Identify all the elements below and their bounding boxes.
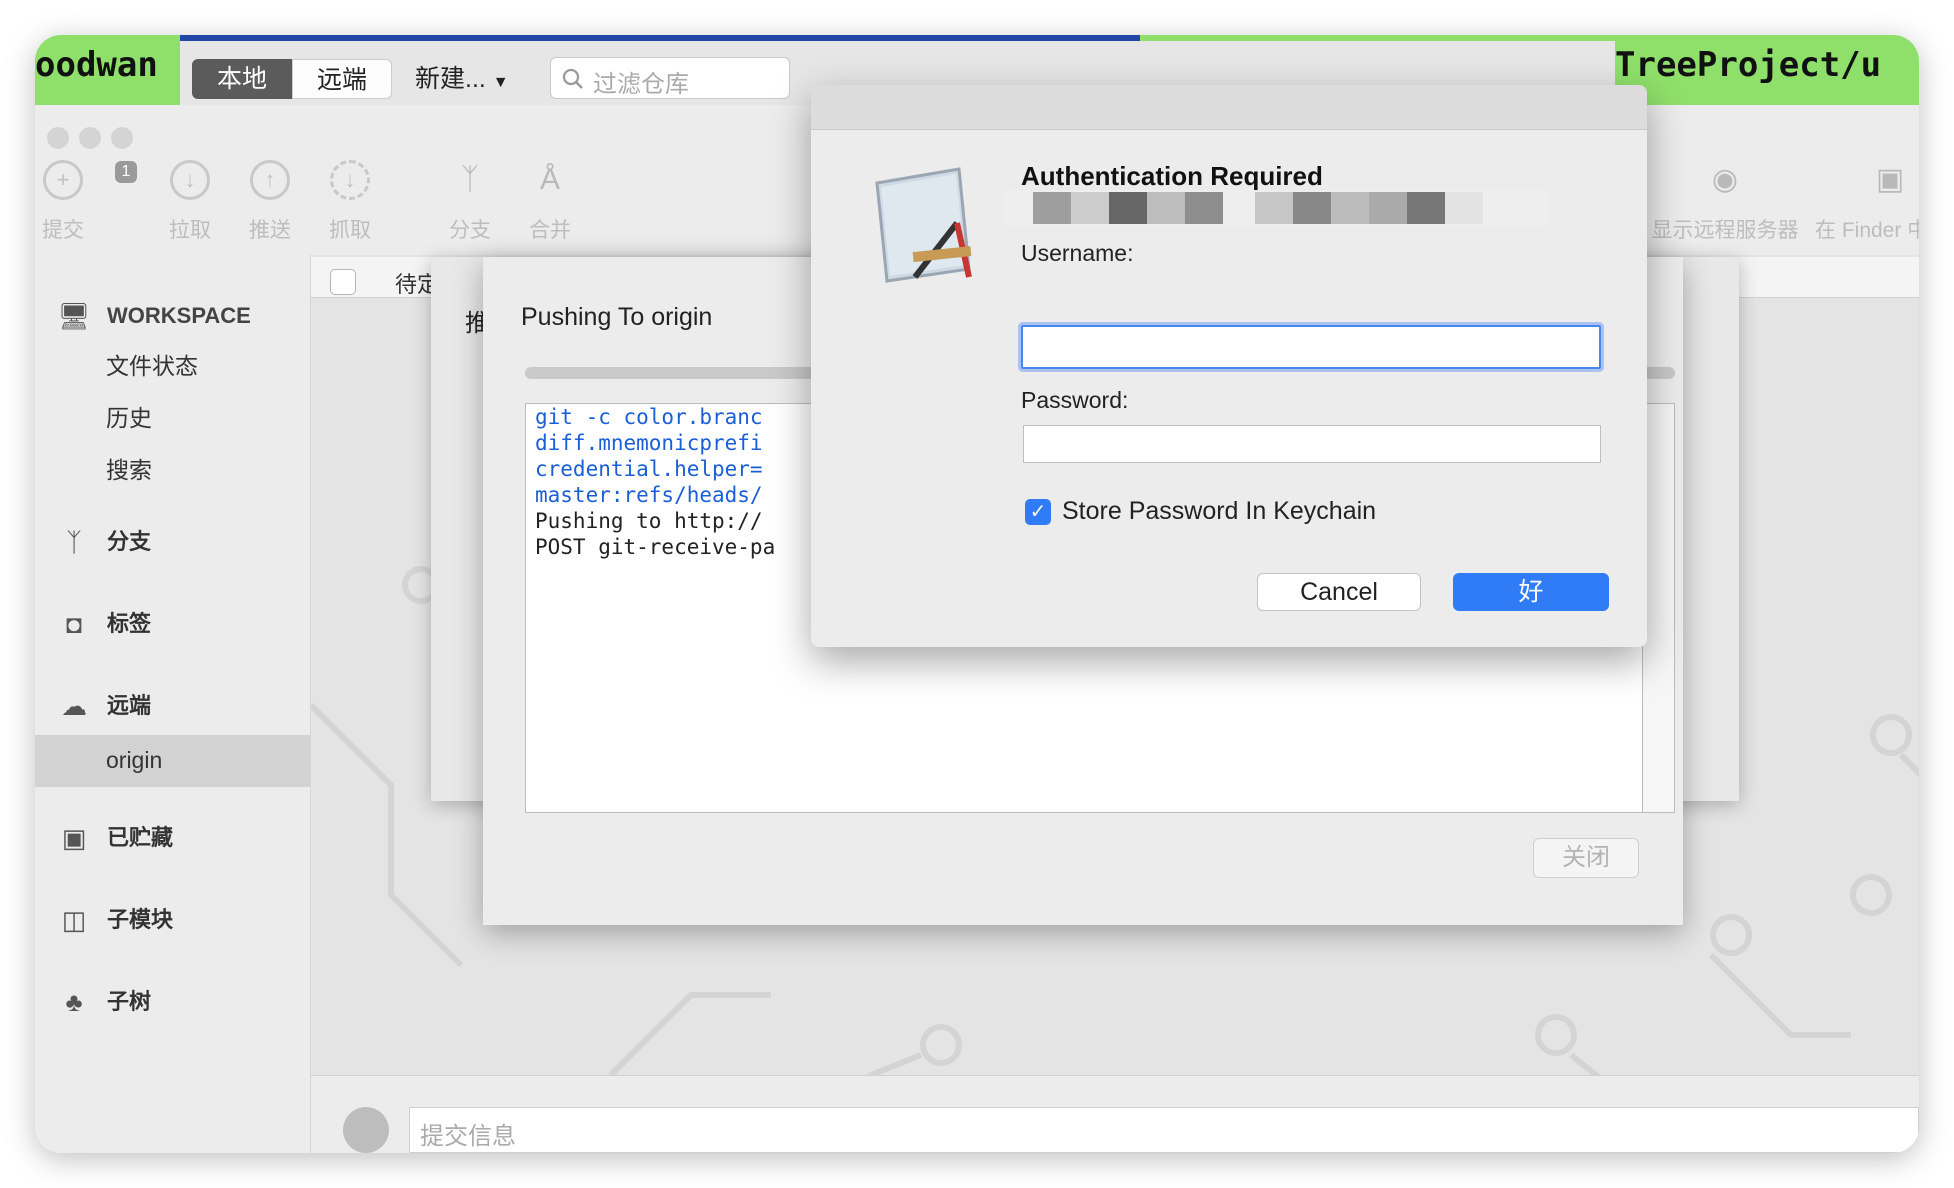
terminal-strip — [1140, 35, 1615, 41]
submodules-label: 子模块 — [107, 907, 174, 933]
show-in-finder-label: 在 Finder 中显 — [1815, 219, 1919, 242]
workspace-label: WORKSPACE — [107, 303, 251, 329]
password-field[interactable] — [1023, 425, 1601, 463]
segment-remote[interactable]: 远端 — [292, 59, 392, 99]
log-line: Pushing to http:// — [535, 509, 763, 533]
push-button[interactable]: ↑ 推送 — [235, 160, 305, 244]
fetch-icon: ↓ — [330, 160, 370, 200]
log-line: master:refs/heads/ — [535, 483, 763, 507]
chevron-down-icon: ▼ — [492, 74, 509, 91]
finder-icon: ▣ — [1875, 163, 1905, 196]
commit-label: 提交 — [42, 219, 84, 242]
terminal-background-left: oodwan — [35, 35, 180, 105]
terminal-background-right: TreeProject/u — [1615, 35, 1919, 105]
stashes-label: 已贮藏 — [107, 825, 174, 851]
username-label: Username: — [1021, 240, 1134, 266]
push-log-scrollbar[interactable] — [1643, 403, 1675, 813]
show-remote-server-button[interactable]: ◉ 显示远程服务器 — [1635, 160, 1815, 244]
terminal-text-left: oodwan — [35, 45, 158, 85]
segment-local[interactable]: 本地 — [192, 59, 292, 99]
sidebar-item-submodules[interactable]: ◫ 子模块 — [53, 899, 173, 939]
search-icon — [562, 68, 583, 89]
close-button[interactable]: 关闭 — [1533, 838, 1639, 878]
globe-icon: ◉ — [1711, 163, 1739, 196]
sidebar-item-stashes[interactable]: ▣ 已贮藏 — [53, 817, 173, 857]
store-keychain-checkbox[interactable]: ✓ — [1025, 499, 1051, 525]
terminal-text-right: TreeProject/u — [1615, 45, 1882, 85]
commit-button[interactable]: + 提交 — [35, 160, 98, 244]
show-remote-label: 显示远程服务器 — [1651, 219, 1799, 242]
zoom-window-button[interactable] — [111, 127, 133, 149]
merge-icon: Å — [539, 163, 560, 196]
subtrees-label: 子树 — [107, 989, 152, 1015]
branch-icon: ᛉ — [66, 527, 82, 558]
auth-dialog-title: Authentication Required — [1021, 161, 1323, 191]
ok-button[interactable]: 好 — [1453, 573, 1609, 611]
minimize-window-button[interactable] — [79, 127, 101, 149]
new-repo-label: 新建... — [415, 65, 486, 93]
merge-label: 合并 — [529, 219, 571, 242]
stash-icon: ▣ — [61, 823, 87, 854]
branch-label: 分支 — [449, 219, 491, 242]
pull-label: 拉取 — [169, 219, 211, 242]
fetch-button[interactable]: ↓ 抓取 — [315, 160, 385, 244]
merge-button[interactable]: Å 合并 — [515, 160, 585, 244]
push-label: 推送 — [249, 219, 291, 242]
username-field[interactable] — [1021, 325, 1601, 369]
log-line: POST git-receive-pa — [535, 535, 776, 559]
fetch-label: 抓取 — [329, 219, 371, 242]
top-accent-strip — [180, 35, 1140, 41]
sidebar-item-file-status[interactable]: 文件状态 — [106, 347, 198, 381]
sidebar-item-origin[interactable] — [35, 735, 310, 787]
sidebar-item-remotes[interactable]: ☁ 远端 — [53, 685, 151, 725]
store-keychain-label: Store Password In Keychain — [1062, 497, 1377, 525]
branches-label: 分支 — [107, 529, 152, 555]
select-all-checkbox[interactable] — [330, 269, 356, 295]
pull-icon: ↓ — [170, 160, 210, 200]
log-line: git -c color.branc — [535, 405, 763, 429]
close-window-button[interactable] — [47, 127, 69, 149]
cancel-button[interactable]: Cancel — [1257, 573, 1421, 611]
tag-icon: ◘ — [66, 609, 82, 640]
tree-icon: ♣ — [65, 987, 83, 1018]
xcode-app-icon — [875, 167, 972, 283]
commit-message-placeholder: 提交信息 — [420, 1123, 516, 1150]
commit-count-badge: 1 — [115, 161, 137, 183]
push-dialog-title: Pushing To origin — [521, 303, 713, 331]
branch-button[interactable]: ᛉ 分支 — [435, 160, 505, 244]
sidebar-item-subtrees[interactable]: ♣ 子树 — [53, 981, 151, 1021]
sidebar-item-origin-label: origin — [106, 747, 163, 773]
checkmark-icon: ✓ — [1029, 501, 1047, 523]
avatar — [343, 1107, 389, 1153]
pull-button[interactable]: ↓ 拉取 — [155, 160, 225, 244]
show-in-finder-button[interactable]: ▣ 在 Finder 中显 — [1815, 160, 1919, 244]
branch-icon: ᛉ — [461, 163, 479, 196]
plus-icon: + — [43, 160, 83, 200]
sidebar-item-search[interactable]: 搜索 — [106, 451, 152, 485]
remotes-label: 远端 — [107, 693, 152, 719]
tags-label: 标签 — [107, 611, 152, 637]
filter-repo-input[interactable]: 过滤仓库 — [550, 57, 790, 99]
password-label: Password: — [1021, 387, 1129, 413]
sidebar-item-tags[interactable]: ◘ 标签 — [53, 603, 151, 643]
sourcetree-window: oodwan TreeProject/u 本地 远端 新建... ▼ 过滤仓库 … — [35, 35, 1919, 1153]
sidebar-item-branches[interactable]: ᛉ 分支 — [53, 521, 151, 561]
auth-dialog-titlebar — [811, 85, 1647, 130]
sidebar-item-history[interactable]: 历史 — [106, 399, 152, 433]
cloud-icon: ☁ — [61, 691, 87, 722]
new-repo-button[interactable]: 新建... ▼ — [415, 59, 509, 99]
sidebar-workspace-header: 🖥 WORKSPACE — [53, 295, 251, 335]
submodule-icon: ◫ — [61, 905, 87, 936]
commit-message-input[interactable]: 提交信息 — [409, 1107, 1919, 1153]
filter-placeholder: 过滤仓库 — [593, 71, 689, 98]
redacted-info — [1005, 190, 1549, 226]
push-icon: ↑ — [250, 160, 290, 200]
log-line: credential.helper= — [535, 457, 763, 481]
log-line: diff.mnemonicprefi — [535, 431, 763, 455]
monitor-icon: 🖥 — [57, 301, 91, 332]
